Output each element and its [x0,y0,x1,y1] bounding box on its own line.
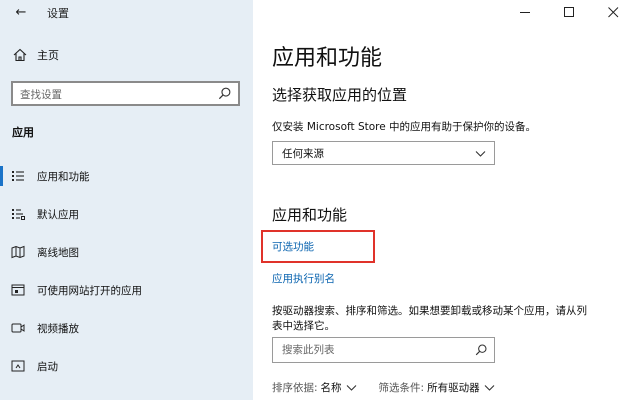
chevron-down-icon [475,151,486,157]
app-list-search-input[interactable] [273,338,463,362]
install-source-description: 仅安装 Microsoft Store 中的应用有助于保护你的设备。 [272,121,537,133]
sidebar-item-label: 视频播放 [37,322,79,335]
sidebar-item-video-playback[interactable]: 视频播放 [0,309,253,347]
title-bar-left: ← 设置 [0,0,253,26]
window-controls [503,0,635,26]
selected-indicator [0,166,3,186]
sidebar-item-label: 应用和功能 [37,170,90,183]
close-button[interactable] [591,0,635,24]
offline-maps-icon [11,245,25,259]
startup-icon [11,360,25,372]
minimize-icon [519,11,530,13]
sidebar-item-label: 可使用网站打开的应用 [37,284,142,297]
close-icon [607,6,618,17]
apps-list-icon [12,171,24,181]
optional-features-link[interactable]: 可选功能 [272,239,314,254]
home-label: 主页 [37,49,59,62]
page-title: 应用和功能 [272,46,383,71]
filter-by-dropdown[interactable]: 筛选条件: 所有驱动器 [379,380,495,395]
sidebar: ← 设置 主页 应用 应用和功能 默认应用 [0,0,253,400]
sidebar-item-startup[interactable]: 启动 [0,347,253,385]
video-playback-icon [11,323,25,333]
filter-by-value: 所有驱动器 [427,382,480,394]
install-source-heading: 选择获取应用的位置 [272,86,408,104]
maximize-button[interactable] [547,0,591,24]
sidebar-item-offline-maps[interactable]: 离线地图 [0,233,253,271]
maximize-icon [563,6,574,17]
sort-by-value: 名称 [320,382,342,394]
filter-by-label: 筛选条件: [378,382,425,394]
settings-search-input[interactable] [13,84,203,106]
section-title-apps: 应用 [12,126,34,139]
main-content: 应用和功能 选择获取应用的位置 仅安装 Microsoft Store 中的应用… [253,0,635,400]
sort-by-dropdown[interactable]: 排序依据: 名称 [272,380,357,395]
back-arrow-icon: ← [15,5,27,20]
settings-search-box[interactable] [11,81,240,106]
home-link[interactable]: 主页 [12,47,59,63]
sidebar-item-label: 默认应用 [37,208,79,221]
chevron-down-icon [346,385,356,391]
sort-filter-row: 排序依据: 名称 筛选条件: 所有驱动器 [272,380,517,395]
apps-features-heading: 应用和功能 [272,206,348,224]
search-icon[interactable] [474,343,488,357]
back-button[interactable]: ← [12,4,30,22]
website-apps-icon [11,284,25,296]
window-title: 设置 [47,7,69,20]
sidebar-item-apps-features[interactable]: 应用和功能 [0,157,253,195]
sidebar-item-website-apps[interactable]: 可使用网站打开的应用 [0,271,253,309]
sidebar-item-default-apps[interactable]: 默认应用 [0,195,253,233]
search-icon[interactable] [217,86,232,101]
home-icon [13,48,27,62]
default-apps-icon [12,209,25,220]
dropdown-value: 任何来源 [282,147,324,160]
install-source-dropdown[interactable]: 任何来源 [272,141,495,165]
chevron-down-icon [484,385,494,391]
sort-by-label: 排序依据: [272,382,318,394]
sidebar-item-label: 启动 [37,360,58,373]
app-list-search-box[interactable] [272,337,495,363]
minimize-button[interactable] [503,0,547,24]
apps-description-line2: 表中选择它。 [272,320,335,332]
apps-description-line1: 按驱动器搜索、排序和筛选。如果想要卸载或移动某个应用，请从列 [272,305,587,317]
app-execution-alias-link[interactable]: 应用执行别名 [272,271,335,286]
sidebar-item-label: 离线地图 [37,246,79,259]
